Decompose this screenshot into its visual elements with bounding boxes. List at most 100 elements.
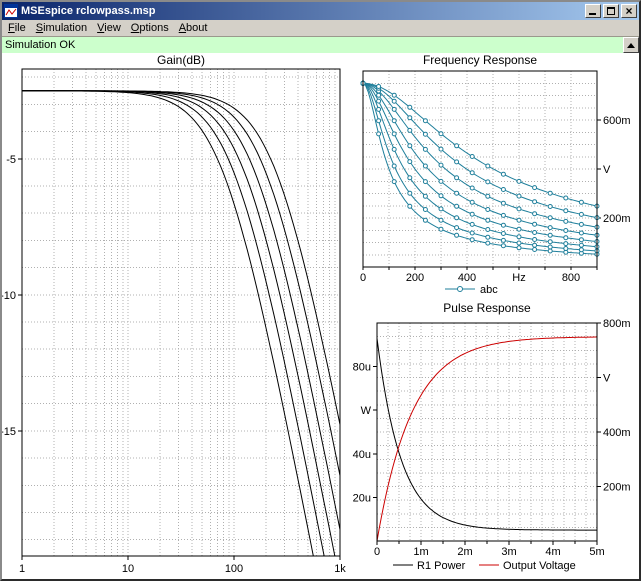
menubar: File Simulation View Options About: [2, 20, 639, 37]
freq-marker: [578, 237, 584, 243]
freq-x-tick-label: 800: [562, 272, 580, 284]
menu-simulation-label: imulation: [43, 22, 88, 34]
freq-marker: [454, 225, 460, 231]
freq-marker: [438, 162, 444, 168]
freq-marker: [469, 230, 475, 236]
menu-item-options[interactable]: Options: [126, 21, 174, 35]
freq-marker: [407, 203, 413, 209]
freq-marker: [438, 146, 444, 152]
menu-file-mnemonic: F: [8, 22, 15, 34]
freq-marker: [422, 163, 428, 169]
freq-marker: [485, 227, 491, 232]
menu-item-simulation[interactable]: Simulation: [31, 21, 92, 35]
freq-marker: [563, 228, 569, 233]
minimize-button[interactable]: [585, 4, 601, 18]
maximize-button[interactable]: [603, 4, 619, 18]
pulse-x-tick-label: 5m: [589, 546, 604, 558]
freq-chart-title: Frequency Response: [423, 53, 537, 67]
pulse-right-tick-label: 800m: [603, 318, 631, 330]
pulse-legend: R1 Power Output Voltage: [393, 560, 576, 572]
freq-marker: [469, 185, 475, 191]
freq-marker: [532, 242, 538, 248]
freq-x-tick-label: Hz: [512, 272, 525, 284]
freq-marker: [532, 185, 538, 191]
freq-marker: [422, 118, 428, 124]
freq-marker: [516, 217, 522, 223]
freq-marker: [422, 179, 428, 185]
freq-marker: [391, 146, 397, 152]
scroll-up-button[interactable]: [623, 37, 639, 53]
freq-marker: [438, 178, 444, 184]
freq-marker: [438, 217, 444, 223]
pulse-x-tick-label: 0: [374, 546, 380, 558]
freq-marker: [547, 248, 553, 254]
freq-marker: [485, 217, 491, 223]
gain-x-tick-label: 1k: [334, 563, 346, 575]
gain-chart: 1 10 100 1k -5 -10 -15 Gain(dB): [2, 53, 346, 575]
freq-marker: [391, 179, 397, 185]
close-button[interactable]: ×: [621, 4, 637, 18]
freq-marker: [454, 215, 460, 221]
freq-marker: [500, 187, 506, 192]
freq-marker: [485, 240, 491, 246]
pulse-legend-label-voltage: Output Voltage: [503, 560, 576, 572]
freq-marker: [454, 232, 460, 238]
menu-file-label: ile: [14, 22, 26, 34]
freq-marker: [532, 211, 538, 217]
menu-item-file[interactable]: File: [3, 21, 31, 35]
plot-area: 1 10 100 1k -5 -10 -15 Gain(dB) 0 200 400 Hz 800 600…: [2, 53, 639, 579]
freq-marker: [516, 178, 522, 184]
freq-x-tick-label: 200: [406, 272, 424, 284]
menu-simulation-mnemonic: S: [35, 22, 44, 34]
titlebar-buttons: ×: [583, 4, 637, 18]
freq-marker: [563, 195, 569, 201]
freq-marker: [376, 106, 382, 112]
freq-marker: [563, 241, 569, 247]
minimize-icon: [589, 13, 596, 15]
pulse-legend-label-power: R1 Power: [417, 560, 466, 572]
freq-marker: [485, 234, 491, 240]
freq-marker: [454, 175, 460, 181]
freq-marker: [547, 215, 553, 221]
close-icon: ×: [625, 4, 633, 18]
freq-marker: [547, 190, 553, 196]
freq-marker: [407, 127, 413, 133]
gain-curves: [22, 90, 340, 556]
freq-marker: [578, 221, 584, 227]
status-row: Simulation OK: [2, 37, 639, 53]
freq-marker: [532, 237, 538, 242]
gain-curve: [22, 90, 340, 530]
freq-marker: [516, 245, 522, 251]
freq-y-tick-label: V: [603, 164, 611, 176]
freq-marker: [438, 206, 444, 212]
freq-marker: [547, 232, 553, 238]
freq-marker: [376, 131, 382, 137]
freq-marker: [454, 203, 460, 209]
status-text: Simulation OK: [5, 39, 76, 51]
gain-curve: [22, 90, 336, 556]
freq-marker: [516, 240, 522, 246]
menu-options-label: ptions: [139, 22, 169, 34]
freq-marker: [422, 193, 428, 199]
freq-marker: [578, 199, 584, 205]
menu-item-view[interactable]: View: [92, 21, 126, 35]
freq-marker: [500, 171, 506, 177]
freq-marker: [407, 190, 413, 196]
freq-marker: [407, 115, 413, 121]
freq-marker: [438, 193, 444, 199]
scroll-up-icon: [627, 42, 635, 48]
titlebar[interactable]: MSEspice rclowpass.msp ×: [2, 2, 639, 20]
gain-grid: [22, 69, 340, 556]
pulse-left-tick-label: W: [361, 405, 372, 417]
freq-marker: [578, 247, 584, 253]
freq-marker: [469, 154, 475, 159]
gain-y-tick-label: -15: [2, 426, 16, 438]
freq-marker: [500, 231, 506, 236]
freq-marker: [532, 247, 538, 252]
freq-marker: [532, 230, 538, 235]
freq-marker: [391, 118, 397, 124]
menu-item-about[interactable]: About: [174, 21, 213, 35]
freq-legend: abc: [445, 284, 498, 296]
frequency-response-chart: 0 200 400 Hz 800 600m V 200m Frequency Response a…: [360, 53, 631, 296]
freq-marker: [516, 193, 522, 199]
